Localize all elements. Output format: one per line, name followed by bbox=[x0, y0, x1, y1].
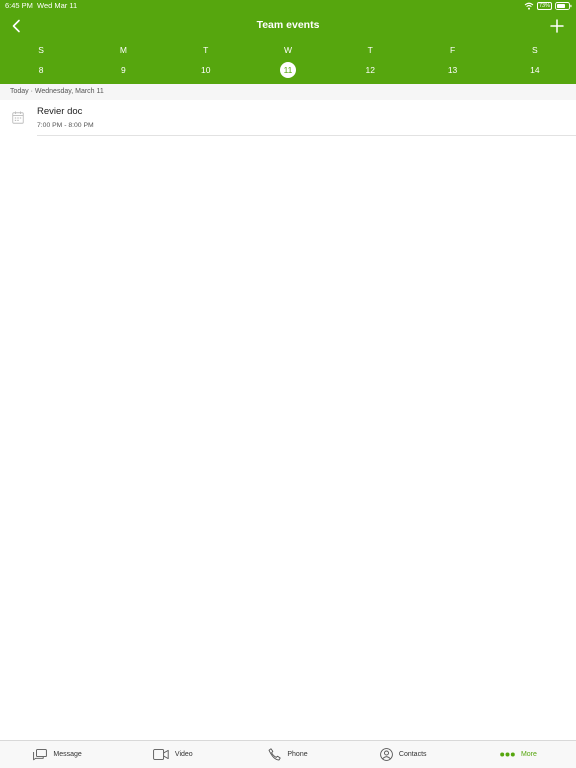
day-letter: T bbox=[367, 45, 373, 55]
event-title: Revier doc bbox=[37, 106, 83, 117]
day-column[interactable]: S 8 bbox=[0, 44, 82, 84]
add-event-button[interactable] bbox=[546, 15, 568, 37]
battery-percent: 73% bbox=[536, 2, 552, 10]
calendar-icon bbox=[12, 111, 24, 124]
day-number: 13 bbox=[447, 65, 458, 75]
day-letter: W bbox=[283, 45, 292, 55]
day-letter: M bbox=[119, 45, 127, 55]
tab-message[interactable]: Message bbox=[0, 741, 115, 768]
tab-label: Phone bbox=[287, 751, 308, 758]
tab-label: Video bbox=[174, 751, 193, 758]
more-icon bbox=[500, 752, 515, 757]
week-strip: S 8 M 9 T 10 W 11 T 12 F 13 S 14 bbox=[0, 44, 576, 84]
tab-contacts[interactable]: Contacts bbox=[346, 741, 461, 768]
tab-label: More bbox=[520, 751, 537, 758]
tab-more[interactable]: More bbox=[461, 741, 576, 768]
day-number-selected: 11 bbox=[279, 62, 296, 78]
day-letter: S bbox=[38, 45, 44, 55]
status-indicators: 73% bbox=[524, 1, 572, 11]
event-time: 7:00 PM - 8:00 PM bbox=[37, 122, 94, 129]
day-number: 14 bbox=[530, 65, 540, 75]
app-header: 6:45 PM Wed Mar 11 73% Team events S 8 M… bbox=[0, 0, 576, 84]
page-title: Team events bbox=[256, 19, 320, 31]
day-column-selected[interactable]: W 11 bbox=[247, 44, 329, 84]
day-number: 12 bbox=[365, 65, 375, 75]
day-number: 8 bbox=[38, 65, 44, 75]
divider bbox=[37, 135, 576, 136]
nav-bar: Team events bbox=[0, 12, 576, 40]
day-letter: T bbox=[203, 45, 209, 55]
day-column[interactable]: M 9 bbox=[82, 44, 164, 84]
phone-icon bbox=[268, 748, 282, 761]
tab-phone[interactable]: Phone bbox=[230, 741, 345, 768]
event-list-item[interactable]: Revier doc 7:00 PM - 8:00 PM bbox=[0, 100, 576, 136]
plus-icon bbox=[550, 19, 564, 33]
status-date: Wed Mar 11 bbox=[37, 1, 78, 10]
day-number: 10 bbox=[200, 65, 211, 75]
day-column[interactable]: S 14 bbox=[494, 44, 576, 84]
day-letter: F bbox=[449, 45, 456, 55]
status-time: 6:45 PM bbox=[5, 1, 33, 10]
battery-icon bbox=[555, 2, 572, 10]
date-section-header: Today · Wednesday, March 11 bbox=[0, 84, 576, 100]
day-number: 9 bbox=[121, 65, 126, 75]
day-column[interactable]: F 13 bbox=[411, 44, 493, 84]
message-icon bbox=[33, 748, 48, 760]
contacts-icon bbox=[380, 748, 393, 761]
day-column[interactable]: T 12 bbox=[329, 44, 411, 84]
tab-video[interactable]: Video bbox=[115, 741, 230, 768]
tab-label: Message bbox=[53, 751, 82, 758]
wifi-icon bbox=[524, 2, 534, 10]
tab-bar: Message Video Phone Contacts More bbox=[0, 740, 576, 768]
tab-label: Contacts bbox=[398, 751, 427, 758]
day-letter: S bbox=[531, 45, 538, 55]
video-icon bbox=[153, 749, 169, 760]
day-column[interactable]: T 10 bbox=[165, 44, 247, 84]
status-bar: 6:45 PM Wed Mar 11 73% bbox=[0, 0, 576, 12]
